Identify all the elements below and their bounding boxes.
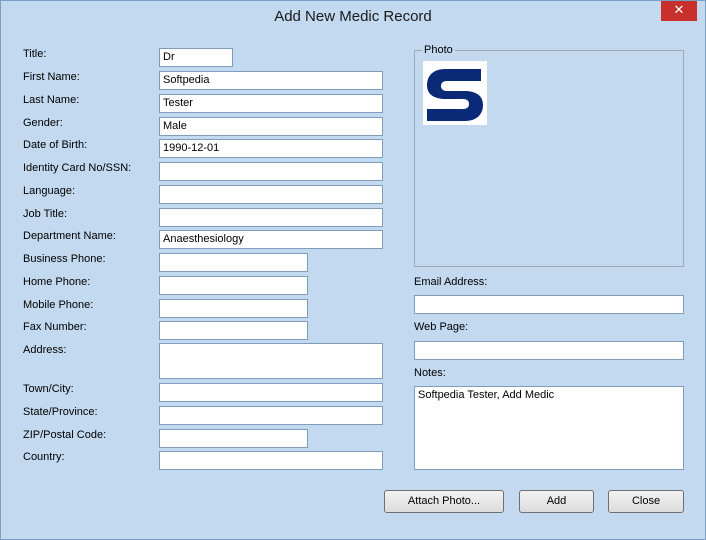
department-field[interactable]: Anaesthesiology (159, 230, 383, 249)
label-job-title: Job Title: (23, 208, 68, 220)
window-title: Add New Medic Record (274, 8, 432, 25)
softpedia-logo-icon (427, 69, 483, 121)
fax-field[interactable] (159, 321, 308, 340)
web-page-field[interactable] (414, 341, 684, 360)
notes-field[interactable]: Softpedia Tester, Add Medic (414, 386, 684, 470)
attach-photo-button[interactable]: Attach Photo... (384, 490, 504, 513)
label-state: State/Province: (23, 406, 98, 418)
email-field[interactable] (414, 295, 684, 314)
country-field[interactable] (159, 451, 383, 470)
label-mobile-phone: Mobile Phone: (23, 299, 94, 311)
id-card-field[interactable] (159, 162, 383, 181)
address-field[interactable] (159, 343, 383, 379)
add-button[interactable]: Add (519, 490, 594, 513)
photo-group-label: Photo (422, 44, 455, 56)
label-home-phone: Home Phone: (23, 276, 91, 288)
mobile-phone-field[interactable] (159, 299, 308, 318)
label-department: Department Name: (23, 230, 116, 242)
label-address: Address: (23, 344, 67, 356)
close-button[interactable]: Close (608, 490, 684, 513)
job-title-field[interactable] (159, 208, 383, 227)
label-business-phone: Business Phone: (23, 253, 106, 265)
label-last-name: Last Name: (23, 94, 80, 106)
label-id-card: Identity Card No/SSN: (23, 162, 132, 174)
label-town: Town/City: (23, 383, 74, 395)
label-gender: Gender: (23, 117, 63, 129)
last-name-field[interactable]: Tester (159, 94, 383, 113)
gender-field[interactable]: Male (159, 117, 383, 136)
title-bar: Add New Medic Record ✕ (1, 1, 705, 31)
label-first-name: First Name: (23, 71, 80, 83)
home-phone-field[interactable] (159, 276, 308, 295)
label-title: Title: (23, 48, 47, 60)
business-phone-field[interactable] (159, 253, 308, 272)
state-field[interactable] (159, 406, 383, 425)
dialog-window: Add New Medic Record ✕ Title: First Name… (0, 0, 706, 540)
title-field[interactable]: Dr (159, 48, 233, 67)
first-name-field[interactable]: Softpedia (159, 71, 383, 90)
label-language: Language: (23, 185, 75, 197)
label-email: Email Address: (414, 276, 488, 288)
close-icon[interactable]: ✕ (661, 1, 697, 21)
form-area: Title: First Name: Last Name: Gender: Da… (9, 32, 698, 532)
dob-field[interactable]: 1990-12-01 (159, 139, 383, 158)
label-fax: Fax Number: (23, 321, 87, 333)
language-field[interactable] (159, 185, 383, 204)
zip-field[interactable] (159, 429, 308, 448)
photo-image (423, 61, 487, 125)
label-notes: Notes: (414, 367, 446, 379)
label-zip: ZIP/Postal Code: (23, 429, 107, 441)
label-dob: Date of Birth: (23, 139, 88, 151)
label-web-page: Web Page: (414, 321, 469, 333)
label-country: Country: (23, 451, 65, 463)
town-field[interactable] (159, 383, 383, 402)
